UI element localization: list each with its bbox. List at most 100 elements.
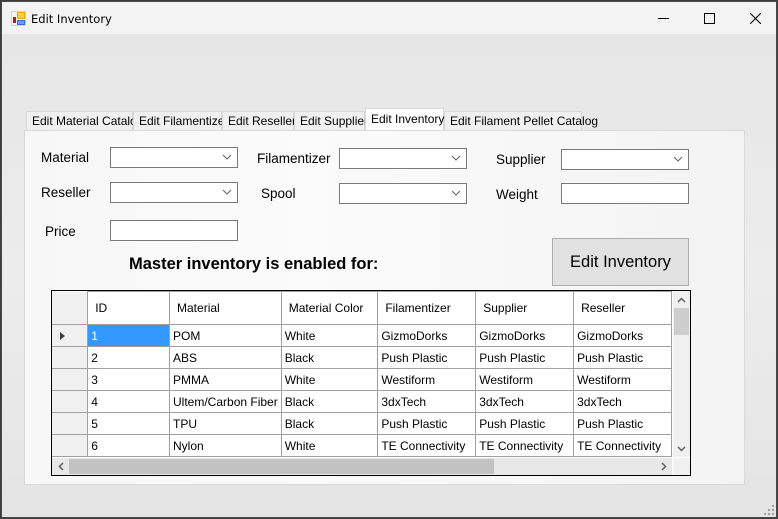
cell-filamentizer[interactable]: Push Plastic <box>377 412 477 435</box>
filamentizer-combobox[interactable] <box>339 148 467 169</box>
tab-edit-reseller[interactable]: Edit Reseller <box>222 111 296 130</box>
cell-reseller[interactable]: Push Plastic <box>573 412 672 435</box>
table-row[interactable]: 4 Ultem/Carbon Fiber Black 3dxTech 3dxTe… <box>52 390 672 413</box>
cell-supplier[interactable]: GizmoDorks <box>475 324 575 347</box>
maximize-button[interactable] <box>686 2 732 34</box>
scroll-up-button[interactable] <box>673 291 690 308</box>
cell-reseller[interactable]: Push Plastic <box>573 346 672 369</box>
cell-id[interactable]: 4 <box>87 390 171 413</box>
cell-reseller[interactable]: Westiform <box>573 368 672 391</box>
column-header-reseller[interactable]: Reseller <box>573 291 672 325</box>
cell-material[interactable]: PMMA <box>169 368 282 391</box>
spool-combobox[interactable] <box>339 183 467 204</box>
vertical-scrollbar[interactable] <box>673 291 690 457</box>
table-row[interactable]: 1 POM White GizmoDorks GizmoDorks GizmoD… <box>52 324 672 347</box>
tab-edit-filament-pellet-catalog[interactable]: Edit Filament Pellet Catalog <box>444 111 598 130</box>
title-bar[interactable]: Edit Inventory <box>2 2 776 34</box>
row-header[interactable] <box>52 434 89 457</box>
table-row[interactable]: 3 PMMA White Westiform Westiform Westifo… <box>52 368 672 391</box>
scroll-left-button[interactable] <box>52 458 69 475</box>
filamentizer-label: Filamentizer <box>257 151 331 166</box>
inventory-data-grid[interactable]: ID Material Material Color Filamentizer … <box>51 290 691 476</box>
minimize-button[interactable] <box>640 2 686 34</box>
top-left-header-cell[interactable] <box>52 291 89 325</box>
table-row[interactable]: 5 TPU Black Push Plastic Push Plastic Pu… <box>52 412 672 435</box>
column-header-supplier[interactable]: Supplier <box>475 291 575 325</box>
tab-edit-supplier[interactable]: Edit Supplier <box>294 111 368 130</box>
reseller-label: Reseller <box>41 185 91 200</box>
column-header-id[interactable]: ID <box>87 291 171 325</box>
cell-reseller[interactable]: 3dxTech <box>573 390 672 413</box>
grid-viewport: ID Material Material Color Filamentizer … <box>52 291 672 457</box>
cell-id[interactable]: 5 <box>87 412 171 435</box>
table-row[interactable]: 6 Nylon White TE Connectivity TE Connect… <box>52 434 672 457</box>
edit-inventory-button[interactable]: Edit Inventory <box>552 238 689 286</box>
horizontal-scroll-thumb[interactable] <box>69 459 494 474</box>
scroll-corner <box>673 458 690 475</box>
cell-filamentizer[interactable]: TE Connectivity <box>377 434 477 457</box>
cell-material[interactable]: TPU <box>169 412 282 435</box>
column-header-material[interactable]: Material <box>169 291 282 325</box>
cell-id[interactable]: 3 <box>87 368 171 391</box>
current-row-arrow-icon <box>60 331 65 340</box>
chevron-down-icon <box>451 155 461 161</box>
material-combobox[interactable] <box>110 147 238 168</box>
supplier-combobox[interactable] <box>561 149 689 170</box>
column-header-filamentizer[interactable]: Filamentizer <box>377 291 477 325</box>
window-title: Edit Inventory <box>31 12 112 26</box>
cell-supplier[interactable]: TE Connectivity <box>475 434 575 457</box>
cell-id[interactable]: 2 <box>87 346 171 369</box>
cell-id[interactable]: 6 <box>87 434 171 457</box>
horizontal-scrollbar[interactable] <box>52 458 672 475</box>
cell-material[interactable]: Nylon <box>169 434 282 457</box>
cell-filamentizer[interactable]: 3dxTech <box>377 390 477 413</box>
cell-filamentizer[interactable]: Push Plastic <box>377 346 477 369</box>
tab-edit-inventory[interactable]: Edit Inventory <box>365 108 444 130</box>
cell-material-color[interactable]: White <box>280 434 379 457</box>
chevron-down-icon <box>677 445 686 452</box>
cell-material-color[interactable]: Black <box>280 346 379 369</box>
cell-material-color[interactable]: White <box>280 368 379 391</box>
cell-material[interactable]: POM <box>169 324 282 347</box>
cell-reseller[interactable]: TE Connectivity <box>573 434 672 457</box>
material-label: Material <box>41 150 90 165</box>
cell-material-color[interactable]: Black <box>280 412 379 435</box>
cell-material[interactable]: Ultem/Carbon Fiber <box>169 390 282 413</box>
supplier-label: Supplier <box>496 152 546 167</box>
maximize-icon <box>703 12 715 24</box>
cell-supplier[interactable]: Push Plastic <box>475 346 575 369</box>
chevron-right-icon <box>660 462 667 471</box>
chevron-up-icon <box>677 296 686 303</box>
cell-filamentizer[interactable]: GizmoDorks <box>377 324 477 347</box>
cell-material-color[interactable]: Black <box>280 390 379 413</box>
row-header[interactable] <box>52 368 89 391</box>
close-button[interactable] <box>732 2 778 34</box>
vertical-scroll-thumb[interactable] <box>674 308 689 335</box>
cell-reseller[interactable]: GizmoDorks <box>573 324 672 347</box>
scroll-right-button[interactable] <box>655 458 672 475</box>
price-textbox[interactable] <box>110 220 238 241</box>
cell-supplier[interactable]: 3dxTech <box>475 390 575 413</box>
tab-edit-filamentizer[interactable]: Edit Filamentizer <box>133 111 228 130</box>
chevron-down-icon <box>451 190 461 196</box>
weight-textbox[interactable] <box>561 183 689 204</box>
cell-supplier[interactable]: Push Plastic <box>475 412 575 435</box>
row-header[interactable] <box>52 412 89 435</box>
resize-grip-icon[interactable] <box>764 505 774 515</box>
scroll-down-button[interactable] <box>673 440 690 457</box>
table-row[interactable]: 2 ABS Black Push Plastic Push Plastic Pu… <box>52 346 672 369</box>
row-header[interactable] <box>52 346 89 369</box>
cell-id[interactable]: 1 <box>87 324 171 347</box>
row-header[interactable] <box>52 390 89 413</box>
row-header[interactable] <box>52 324 89 347</box>
chevron-down-icon <box>222 189 232 195</box>
chevron-left-icon <box>57 462 64 471</box>
reseller-combobox[interactable] <box>110 182 238 203</box>
cell-material-color[interactable]: White <box>280 324 379 347</box>
cell-supplier[interactable]: Westiform <box>475 368 575 391</box>
column-header-material-color[interactable]: Material Color <box>280 291 379 325</box>
close-icon <box>749 12 761 24</box>
cell-filamentizer[interactable]: Westiform <box>377 368 477 391</box>
cell-material[interactable]: ABS <box>169 346 282 369</box>
tab-edit-material-catalog[interactable]: Edit Material Catalog <box>26 111 143 130</box>
